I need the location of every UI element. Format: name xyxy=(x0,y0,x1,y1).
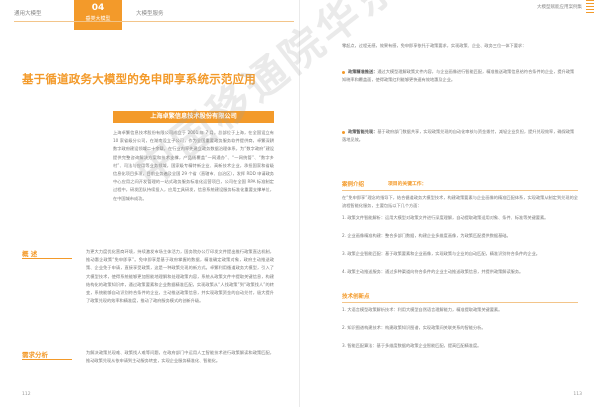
bullet-item: 政策精准推送：通过大模型理解政策文件内容，与企业画像进行智能匹配，精准推送政策信… xyxy=(342,68,578,84)
tab-divider xyxy=(14,21,294,22)
tab-number: 04 xyxy=(91,3,105,13)
bullet-title: 政策智能兑现： xyxy=(348,129,378,134)
running-header: 大模型赋能应用案例集 xyxy=(537,5,582,10)
bullet-item: 政策智能兑现：基于政府部门数据共享，实现政策兑现的自动化审核与资金拨付，减轻企业… xyxy=(342,128,578,144)
bullet-text: 通过大模型理解政策文件内容，与企业画像进行智能匹配，精准推送政策信息给符合条件的… xyxy=(342,69,575,83)
overview-label: 概 述 xyxy=(22,250,38,258)
tech-item: 3. 智能匹配算法：基于多维度数据的政策企业智能匹配，提高匹配精准度。 xyxy=(342,343,482,348)
solution-item: 3. 政策企业智能匹配：基于政策要素和企业画像，实现政策与企业的自动匹配，精准识… xyxy=(342,251,540,256)
solution-item: 2. 企业画像精准构建：整合多部门数据，构建企业多维度画像，为政策匹配提供数据基… xyxy=(342,233,511,238)
solution-underline xyxy=(342,190,578,191)
tab-model-service[interactable]: 大模型服务 xyxy=(136,0,196,17)
overview-underline xyxy=(22,258,72,259)
overview-text: 为更大力度优化营商环境，持续激发市场主体活力，国务院办公厅印发文件提出推行政策直… xyxy=(86,249,274,304)
tech-underline xyxy=(342,302,578,303)
right-page: 大模型赋能应用案例集 零起点，过程无感，效果有感，免申即享依托于政策要求，实现政… xyxy=(300,0,600,407)
solution-item: 4. 政策主动推送服务：通过多种渠道向符合条件的企业主动推送政策信息，并提供政策… xyxy=(342,269,524,274)
page-number-right: 113 xyxy=(573,392,582,397)
tab-general-model[interactable]: 通用大模型 xyxy=(14,0,74,17)
bullet-text: 基于政府部门数据共享，实现政策兑现的自动化审核与资金拨付，减轻企业负担，提升兑现… xyxy=(342,129,575,143)
tech-item: 1. 大语言模型政策解析技术：利用大模型自然语言理解能力，精准提取政策关键要素。 xyxy=(342,307,503,312)
bullet-dot-icon xyxy=(342,130,345,134)
needs-underline xyxy=(22,359,72,360)
needs-text: 为解决政策兑现难、政策找人难等问题，在政府部门中运用人工智能技术进行政策解读和政… xyxy=(86,350,274,364)
solution-intro: 在“免申即享”理念的指导下，结合循道政务大模型技术，构建政策要素与企业画像的精准… xyxy=(342,195,578,209)
tech-label: 技术创新点 xyxy=(342,294,370,300)
tech-item: 2. 知识图谱构建技术：构建政策知识图谱，实现政策间关联关系的智能分析。 xyxy=(342,325,486,330)
page-number-left: 112 xyxy=(22,392,31,397)
company-banner: 上海卓繁信息技术股份有限公司 xyxy=(113,111,274,123)
solution-item: 1. 政策文件智能解析：运用大模型对政策文件进行深度理解，自动提取政策适用对象、… xyxy=(342,215,549,220)
page-title: 基于循道政务大模型的免申即享系统示范应用 xyxy=(22,72,256,86)
right-intro: 零起点，过程无感，效果有感，免申即享依托于政策要求，实现政策、企业、政务三位一体… xyxy=(342,43,527,48)
left-page: 通用大模型 04 垂类大模型 大模型服务 基于循道政务大模型的免申即享系统示范应… xyxy=(0,0,300,407)
solution-label: 案例介绍 xyxy=(342,182,365,188)
needs-label: 需求分析 xyxy=(22,351,48,359)
header-stripes xyxy=(586,0,594,14)
company-intro: 上海卓繁信息技术股份有限公司成立于 2001 年 7 月，总部位于上海，在全国设… xyxy=(113,130,274,201)
solution-subhead: 项目的关键工作： xyxy=(388,182,427,187)
tab-vertical-model[interactable]: 04 垂类大模型 xyxy=(74,0,122,30)
bullet-dot-icon xyxy=(342,70,345,74)
section-tabs: 通用大模型 04 垂类大模型 大模型服务 xyxy=(14,0,196,30)
bullet-title: 政策精准推送： xyxy=(348,69,378,74)
